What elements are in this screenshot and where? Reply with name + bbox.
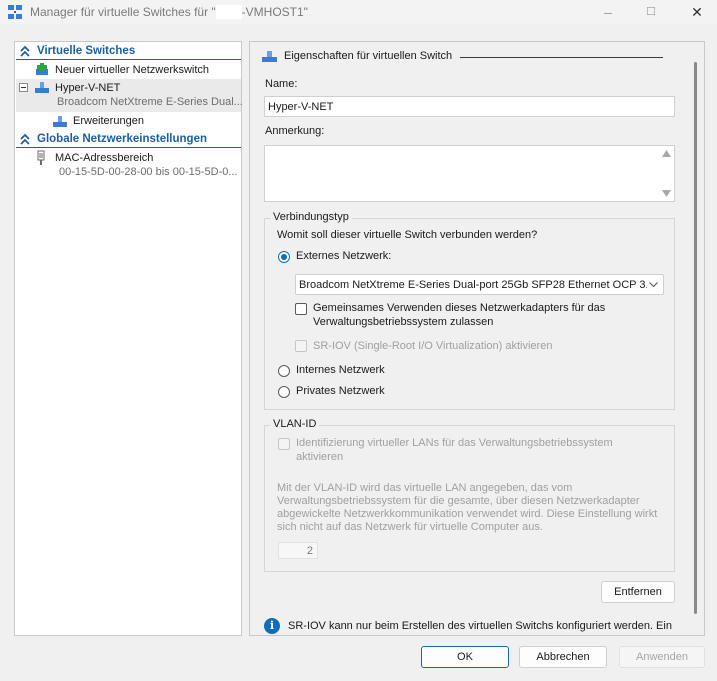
section-title: Globale Netzwerkeinstellungen xyxy=(37,133,207,145)
tree-item-label: MAC-Adressbereich xyxy=(55,152,154,164)
remove-button[interactable]: Entfernen xyxy=(601,581,675,603)
mac-range-subtitle: 00-15-5D-00-28-00 bis 00-15-5D-0... xyxy=(59,166,238,178)
vlan-enable-label-1: Identifizierung virtueller LANs für das … xyxy=(296,437,613,449)
maximize-icon[interactable]: ☐ xyxy=(643,4,659,20)
scroll-up-arrow-icon[interactable] xyxy=(662,150,671,157)
vlan-group-title: VLAN-ID xyxy=(270,418,320,430)
vlan-description-2: Verwaltungsbetriebssystem für die gesamt… xyxy=(277,495,640,507)
sriov-checkbox[interactable] xyxy=(295,340,307,352)
network-switch-icon xyxy=(8,5,22,19)
connection-question: Womit soll dieser virtuelle Switch verbu… xyxy=(277,229,538,241)
collapse-box-icon[interactable] xyxy=(19,83,28,92)
private-network-label[interactable]: Privates Netzwerk xyxy=(296,385,385,397)
vlan-enable-label-2: aktivieren xyxy=(296,451,344,463)
vlan-description-4: sich nicht auf das Netzwerk für virtuell… xyxy=(277,521,543,533)
section-virtual-switches[interactable]: Virtuelle Switches xyxy=(16,43,241,60)
switch-adapter-subtitle: Broadcom NetXtreme E-Series Dual... xyxy=(57,96,243,108)
collapse-chevron-icon[interactable] xyxy=(19,44,31,58)
notes-label: Anmerkung: xyxy=(265,125,325,137)
scrollbar-thumb[interactable] xyxy=(694,62,697,614)
redacted-hostname xyxy=(215,5,242,19)
notes-field[interactable] xyxy=(264,145,675,202)
name-field[interactable]: Hyper-V-NET xyxy=(264,96,675,117)
network-switch-icon xyxy=(262,51,277,62)
properties-title: Eigenschaften für virtuellen Switch xyxy=(284,50,453,62)
ok-button[interactable]: OK xyxy=(421,646,509,668)
vlan-id-field[interactable]: 2 xyxy=(278,542,318,559)
minimize-icon[interactable]: – xyxy=(600,4,616,20)
sriov-info-text: SR-IOV kann nur beim Erstellen des virtu… xyxy=(288,620,672,632)
switch-tree-panel: Virtuelle Switches Neuer virtueller Netz… xyxy=(14,41,243,636)
internal-network-radio[interactable] xyxy=(278,365,290,377)
section-global-settings[interactable]: Globale Netzwerkeinstellungen xyxy=(16,131,241,148)
tree-item-label: Erweiterungen xyxy=(73,115,144,127)
switch-name: Hyper-V-NET xyxy=(55,82,121,94)
tree-item-label: Neuer virtueller Netzwerkswitch xyxy=(55,64,210,76)
header-divider xyxy=(460,57,663,58)
vlan-description-1: Mit der VLAN-ID wird das virtuelle LAN a… xyxy=(277,482,573,494)
info-text-overflow xyxy=(288,633,668,635)
adapter-select[interactable]: Broadcom NetXtreme E-Series Dual-port 25… xyxy=(295,274,664,295)
window-title: Manager für virtuelle Switches für " -VMH… xyxy=(30,5,308,19)
title-bar: Manager für virtuelle Switches für " -VMH… xyxy=(0,0,717,24)
vlan-enable-checkbox[interactable] xyxy=(278,438,290,450)
sriov-label: SR-IOV (Single-Root I/O Virtualization) … xyxy=(313,340,553,352)
adapter-select-value: Broadcom NetXtreme E-Series Dual-port 25… xyxy=(299,279,647,291)
cancel-button[interactable]: Abbrechen xyxy=(519,646,607,668)
apply-button[interactable]: Anwenden xyxy=(619,646,705,668)
share-adapter-checkbox[interactable] xyxy=(295,303,307,315)
network-adapter-icon xyxy=(37,150,45,165)
share-adapter-label-1: Gemeinsames Verwenden dieses Netzwerkada… xyxy=(313,302,606,314)
collapse-chevron-icon[interactable] xyxy=(19,132,31,146)
switch-properties-panel: Eigenschaften für virtuellen Switch Name… xyxy=(249,41,705,636)
scroll-down-arrow-icon[interactable] xyxy=(662,190,671,197)
share-adapter-label-2: Verwaltungsbetriebssystem zulassen xyxy=(313,316,494,328)
vlan-id-value: 2 xyxy=(306,545,313,557)
new-switch-icon xyxy=(36,63,48,75)
name-label: Name: xyxy=(265,78,298,90)
extensions-icon xyxy=(53,116,67,127)
network-switch-icon xyxy=(35,82,49,93)
name-field-value: Hyper-V-NET xyxy=(268,101,334,113)
close-icon[interactable]: ✕ xyxy=(689,4,705,20)
vlan-description-3: abgewickelte Netzwerkkommunikation verwe… xyxy=(277,508,658,520)
external-network-label[interactable]: Externes Netzwerk: xyxy=(296,250,391,262)
info-icon: i xyxy=(264,618,280,634)
chevron-down-icon xyxy=(649,282,658,288)
private-network-radio[interactable] xyxy=(278,386,290,398)
connection-type-group xyxy=(264,218,675,410)
section-title: Virtuelle Switches xyxy=(37,45,136,57)
connection-type-title: Verbindungstyp xyxy=(270,211,352,223)
external-network-radio[interactable] xyxy=(278,251,290,263)
internal-network-label[interactable]: Internes Netzwerk xyxy=(296,364,385,376)
